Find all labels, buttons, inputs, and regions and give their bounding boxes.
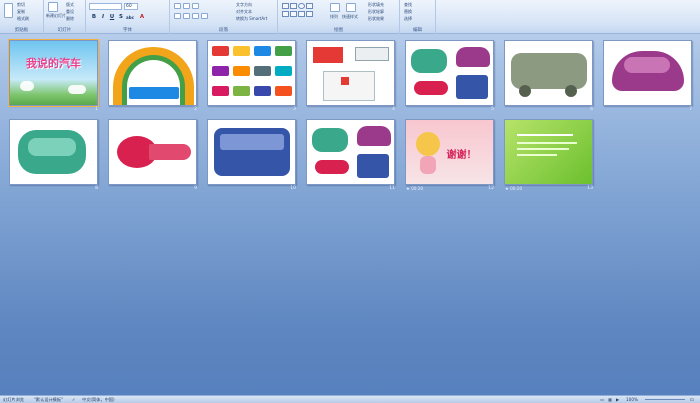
font-label: 字体: [123, 28, 132, 33]
new-slide-button[interactable]: 新建幻灯片: [46, 13, 66, 19]
layout-button[interactable]: 版式: [66, 2, 74, 8]
align-left-icon[interactable]: [174, 13, 181, 19]
shape-line-icon[interactable]: [282, 3, 289, 9]
text-direction-button[interactable]: 文字方向: [236, 2, 252, 8]
slide-thumbnail-12[interactable]: 谢谢！: [405, 119, 494, 185]
drawing-group: 排列 快速样式 形状填充 形状轮廓 形状效果 绘图: [278, 0, 400, 34]
slide-thumbnail-10[interactable]: [207, 119, 296, 185]
slide-thumbnail-2[interactable]: [108, 40, 197, 106]
slide-number-6: 6: [590, 107, 593, 112]
slide-number-5: 5: [491, 107, 494, 112]
shape-rect-icon[interactable]: [290, 3, 297, 9]
reset-button[interactable]: 重设: [66, 9, 74, 15]
slide-thumbnail-5[interactable]: [405, 40, 494, 106]
slide-number-3: 3: [293, 107, 296, 112]
arrange-button[interactable]: 排列: [330, 14, 338, 20]
fit-window-icon[interactable]: ⊡: [690, 397, 694, 402]
clipboard-label: 剪贴板: [14, 28, 29, 33]
slide-timing-12: ★ 00:20: [406, 186, 424, 191]
bold-button[interactable]: B: [90, 14, 98, 21]
zoom-slider[interactable]: [645, 399, 685, 400]
underline-button[interactable]: U: [108, 14, 116, 21]
shape-callout-icon[interactable]: [290, 11, 297, 17]
replace-button[interactable]: 替换: [404, 9, 412, 15]
status-bar: 幻灯片浏览 "默认设计模板" ✓ 中文(简体，中国) ▭ ▦ ▶ 100% ⊡: [0, 395, 700, 403]
slide-number-10: 10: [290, 186, 296, 191]
shadow-button[interactable]: abc: [126, 14, 134, 21]
align-text-button[interactable]: 对齐文本: [236, 9, 252, 15]
slide-thumbnail-11[interactable]: [306, 119, 395, 185]
italic-button[interactable]: I: [99, 14, 107, 21]
view-status: 幻灯片浏览: [3, 397, 24, 402]
paste-icon[interactable]: [4, 3, 13, 18]
copy-button[interactable]: 复制: [17, 9, 25, 15]
delete-button[interactable]: 删除: [66, 16, 74, 22]
format-painter-button[interactable]: 格式刷: [17, 16, 29, 22]
shape-oval-icon[interactable]: [298, 3, 305, 9]
slide-thumbnail-6[interactable]: [504, 40, 593, 106]
shape-arrow-icon[interactable]: [306, 3, 313, 9]
new-slide-icon[interactable]: [48, 2, 58, 12]
font-group: 60 B I U S abc A 字体: [86, 0, 170, 34]
slide-timing-13: ★ 00:20: [505, 186, 523, 191]
find-button[interactable]: 查找: [404, 2, 412, 8]
slides-label: 幻灯片: [57, 28, 72, 33]
justify-icon[interactable]: [201, 13, 208, 19]
editing-label: 编辑: [413, 28, 422, 33]
slide-number-13: 13: [587, 186, 593, 191]
slide-number-4: 4: [392, 107, 395, 112]
slide-number-7: 7: [689, 107, 692, 112]
spellcheck-icon[interactable]: ✓: [72, 397, 76, 402]
font-size-input[interactable]: 60: [124, 3, 138, 10]
shape-more-icon[interactable]: [306, 11, 313, 17]
ribbon: 剪切 复制 格式刷 剪贴板 新建幻灯片 版式 重设 删除 幻灯片 60 B I …: [0, 0, 700, 34]
clipboard-group: 剪切 复制 格式刷 剪贴板: [0, 0, 44, 34]
slide-title: 我说的汽车: [26, 57, 81, 70]
slide-number-11: 11: [389, 186, 395, 191]
strike-button[interactable]: S: [117, 14, 125, 21]
zoom-level[interactable]: 100%: [626, 397, 638, 402]
slide-number-12: 12: [488, 186, 494, 191]
font-name-input[interactable]: [89, 3, 122, 10]
slide-number-9: 9: [194, 186, 197, 191]
drawing-label: 绘图: [334, 28, 343, 33]
theme-status: "默认设计模板": [34, 397, 63, 402]
language-status: 中文(简体，中国): [82, 397, 115, 402]
bullets-icon[interactable]: [174, 3, 181, 9]
paragraph-label: 段落: [219, 28, 228, 33]
shape-outline-button[interactable]: 形状轮廓: [368, 9, 384, 15]
shape-star-icon[interactable]: [282, 11, 289, 17]
slide-number-1: 1: [95, 107, 98, 112]
shape-effects-button[interactable]: 形状效果: [368, 16, 384, 22]
slideshow-view-icon[interactable]: ▶: [616, 397, 619, 402]
align-right-icon[interactable]: [192, 13, 199, 19]
sorter-view-icon[interactable]: ▦: [608, 397, 612, 402]
slide-thumbnail-4[interactable]: [306, 40, 395, 106]
slide-thumbnail-3[interactable]: [207, 40, 296, 106]
font-color-button[interactable]: A: [138, 14, 146, 21]
shape-fill-button[interactable]: 形状填充: [368, 2, 384, 8]
smartart-button[interactable]: 转换为 SmartArt: [236, 16, 267, 22]
cut-button[interactable]: 剪切: [17, 2, 25, 8]
editing-group: 查找 替换 选择 编辑: [400, 0, 436, 34]
arrange-icon[interactable]: [330, 3, 340, 12]
normal-view-icon[interactable]: ▭: [600, 397, 604, 402]
slide-thumbnail-13[interactable]: [504, 119, 593, 185]
slides-group: 新建幻灯片 版式 重设 删除 幻灯片: [44, 0, 86, 34]
slide-thumbnail-1[interactable]: 我说的汽车: [8, 39, 99, 107]
quick-styles-icon[interactable]: [346, 3, 356, 12]
numbering-icon[interactable]: [183, 3, 190, 9]
shape-triangle-icon[interactable]: [298, 11, 305, 17]
paragraph-group: 文字方向 对齐文本 转换为 SmartArt 段落: [170, 0, 278, 34]
slide-thumbnail-8[interactable]: [9, 119, 98, 185]
slide-number-8: 8: [95, 186, 98, 191]
select-button[interactable]: 选择: [404, 16, 412, 22]
slide-title: 谢谢！: [446, 150, 477, 161]
slide-number-2: 2: [194, 107, 197, 112]
quick-styles-button[interactable]: 快速样式: [342, 14, 358, 20]
slide-thumbnail-7[interactable]: [603, 40, 692, 106]
slide-thumbnail-9[interactable]: [108, 119, 197, 185]
indent-icon[interactable]: [192, 3, 199, 9]
align-center-icon[interactable]: [183, 13, 190, 19]
